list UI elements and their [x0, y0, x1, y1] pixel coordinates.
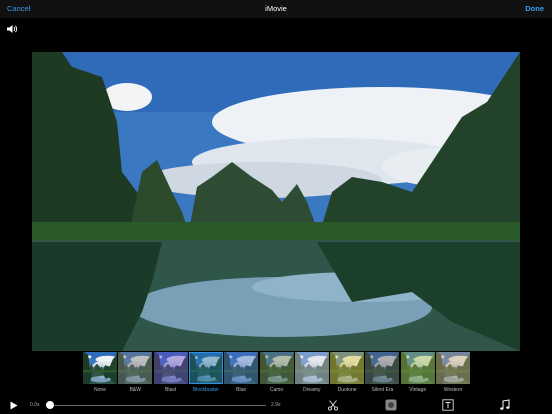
filter-item[interactable]: Blockbuster — [188, 352, 223, 396]
scrubber-track[interactable] — [50, 405, 266, 406]
scissors-icon[interactable] — [327, 399, 339, 411]
filter-item[interactable]: Vintage — [400, 352, 435, 396]
filter-item[interactable]: Blue — [224, 352, 259, 396]
title-icon[interactable] — [442, 399, 454, 411]
filter-item[interactable]: None — [83, 352, 117, 396]
filter-thumbnail[interactable] — [259, 352, 294, 384]
filter-item[interactable]: Western — [436, 352, 470, 396]
filter-thumbnail[interactable] — [365, 352, 400, 384]
filter-item[interactable]: Duotone — [330, 352, 365, 396]
filter-thumbnail[interactable] — [330, 352, 365, 384]
video-preview[interactable] — [32, 52, 520, 351]
filter-item[interactable]: Silent Era — [365, 352, 400, 396]
filter-label: Western — [443, 387, 463, 393]
filter-item[interactable]: Camo — [259, 352, 294, 396]
filter-thumbnail[interactable] — [436, 352, 470, 384]
filter-thumbnail[interactable] — [188, 352, 223, 384]
filter-thumbnail[interactable] — [224, 352, 259, 384]
filter-item[interactable]: Blast — [153, 352, 188, 396]
page-title: iMovie — [265, 4, 287, 13]
filter-thumbnail[interactable] — [153, 352, 188, 384]
scrubber-handle[interactable] — [46, 401, 54, 409]
done-button[interactable]: Done — [525, 4, 544, 13]
speaker-icon[interactable] — [6, 24, 18, 34]
filter-item[interactable]: B&W — [118, 352, 153, 396]
top-bar: Cancel iMovie Done — [0, 0, 552, 18]
end-time: 2.9s — [271, 402, 281, 408]
filter-thumbnail[interactable] — [83, 352, 117, 384]
filter-icon[interactable] — [385, 399, 397, 411]
filter-thumbnail[interactable] — [294, 352, 329, 384]
filter-thumbnail[interactable] — [118, 352, 153, 384]
filter-thumbnail[interactable] — [400, 352, 435, 384]
current-time: 0.0s — [30, 402, 40, 408]
music-icon[interactable] — [499, 399, 511, 411]
play-icon[interactable] — [10, 401, 18, 410]
filter-item[interactable]: Dreamy — [294, 352, 329, 396]
